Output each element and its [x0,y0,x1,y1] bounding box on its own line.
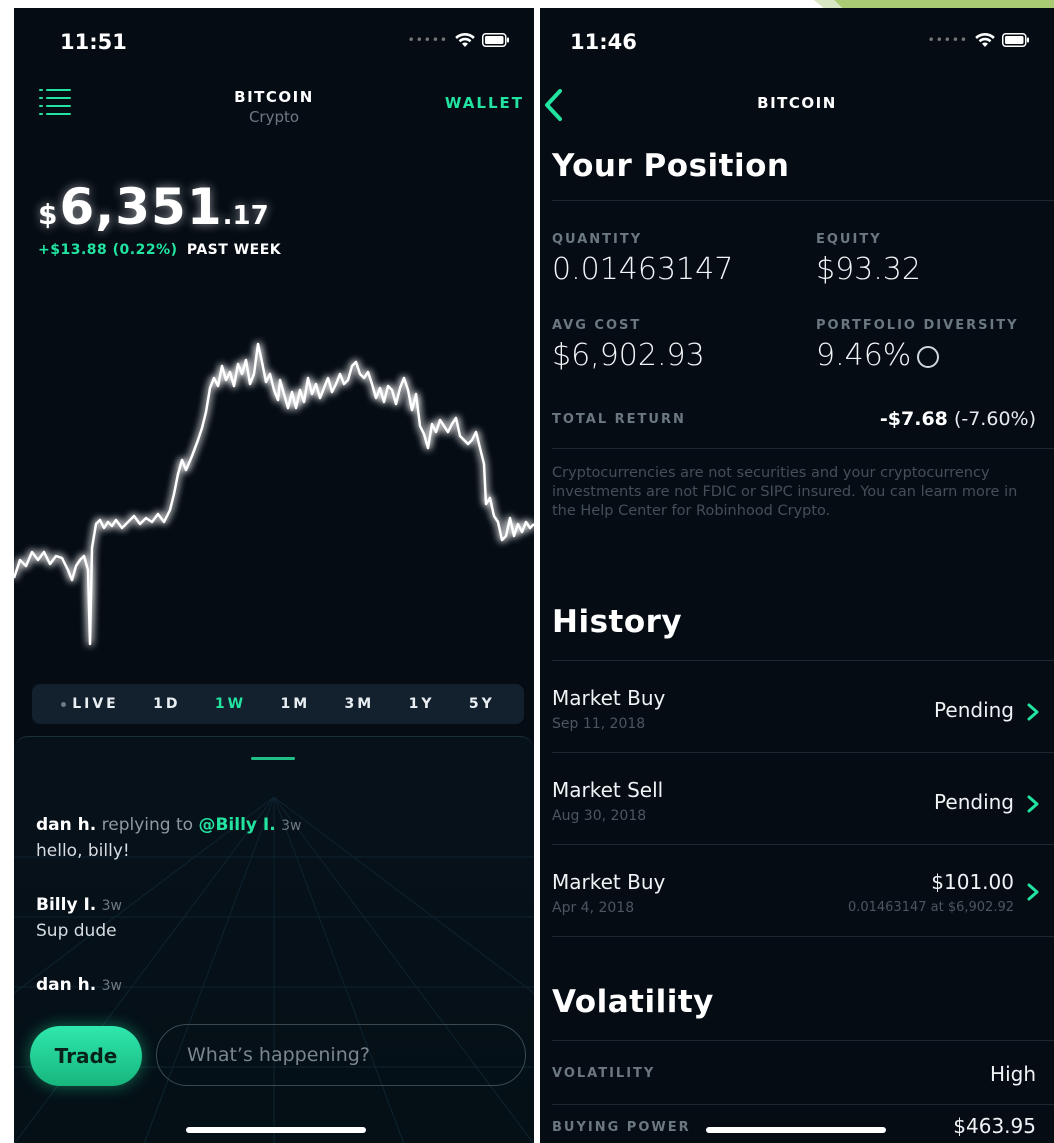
avg-cost-label: AVG COST [552,318,642,333]
history-item-status: Pending [934,790,1014,814]
message-time: 3w [101,978,122,994]
chat-message: dan h. 3w [36,973,122,999]
equity-label: EQUITY [816,232,882,247]
status-icons: ••••• [928,32,1030,48]
total-return-amount: -$7.68 [879,408,948,430]
equity-value: $93.32 [816,252,921,287]
history-item-date: Aug 30, 2018 [552,808,647,824]
status-time: 11:46 [570,30,637,54]
divider [552,448,1054,449]
home-indicator[interactable] [186,1127,366,1133]
status-icons: ••••• [408,32,510,48]
drag-handle[interactable] [251,757,295,760]
message-author: dan h. [36,975,97,995]
price-delta: +$13.88 (0.22%) [38,242,178,258]
range-1y[interactable]: 1Y [409,696,435,712]
reply-text: replying to [101,815,194,835]
divider [552,1040,1054,1041]
position-heading: Your Position [552,148,790,184]
price-change: +$13.88 (0.22%) PAST WEEK [38,242,281,258]
chat-message: dan h. replying to @Billy I. 3w hello, b… [36,813,301,864]
history-item-name: Market Sell [552,778,664,802]
trade-button[interactable]: Trade [30,1026,142,1086]
history-item-date: Sep 11, 2018 [552,716,646,732]
divider [552,200,1054,201]
history-item-detail: 0.01463147 at $6,902.92 [847,900,1014,915]
wifi-icon [455,32,475,47]
chevron-right-icon [1027,883,1039,901]
message-author: Billy I. [36,895,97,915]
history-item-name: Market Buy [552,870,666,894]
diversity-label: PORTFOLIO DIVERSITY [816,318,1019,333]
divider [552,660,1054,661]
volatility-heading: Volatility [552,984,714,1020]
message-author: dan h. [36,815,97,835]
range-5y[interactable]: 5Y [469,696,495,712]
message-time: 3w [101,898,122,914]
price-main: 6,351 [59,178,223,236]
battery-icon [482,33,509,47]
history-item-name: Market Buy [552,686,666,710]
range-1d[interactable]: 1D [153,696,180,712]
message-body: Sup dude [36,921,117,941]
diversity-ring-icon [917,345,940,368]
divider [552,752,1054,753]
status-time: 11:51 [60,30,127,54]
diversity-value: 9.46% [816,338,912,373]
composer-input[interactable] [156,1024,526,1086]
total-return-label: TOTAL RETURN [552,412,686,427]
volatility-value: High [990,1062,1036,1086]
divider [552,936,1054,937]
price-line [14,342,534,646]
chart-screen: 11:51 ••••• BITCOIN Crypto WALLET $ 6,35… [14,8,534,1143]
position-screen: 11:46 ••••• BITCOIN Your Position QUANTI… [540,8,1054,1143]
range-selector: LIVE 1D 1W 1M 3M 1Y 5Y [32,684,524,724]
crypto-disclaimer: Cryptocurrencies are not securities and … [552,465,1018,519]
diversity-value-wrap: 9.46% [816,338,940,373]
history-heading: History [552,604,683,640]
price-display: $ 6,351 .17 [38,178,269,236]
volatility-label: VOLATILITY [552,1066,656,1081]
price-cents: .17 [222,201,269,231]
wallet-button[interactable]: WALLET [445,94,524,112]
buying-power-label: BUYING POWER [552,1120,691,1135]
mention-link[interactable]: @Billy I. [198,815,275,835]
range-3m[interactable]: 3M [345,696,375,712]
total-return-pct: (-7.60%) [953,408,1036,430]
history-item-amount: $101.00 [931,870,1014,894]
signal-icon: ••••• [927,33,968,47]
buying-power-value: $463.95 [953,1114,1036,1138]
divider [552,1104,1054,1105]
history-item-status: Pending [934,698,1014,722]
price-period: PAST WEEK [186,242,282,258]
divider [552,844,1054,845]
chevron-right-icon [1027,703,1039,721]
asset-title: BITCOIN [757,94,837,112]
home-indicator[interactable] [706,1127,886,1133]
status-bar: 11:46 ••••• [540,8,1054,72]
total-return-value: -$7.68 (-7.60%) [880,408,1036,430]
chevron-right-icon [1027,795,1039,813]
price-currency: $ [38,198,58,231]
message-body: hello, billy! [36,841,130,861]
history-item-date: Apr 4, 2018 [552,900,635,916]
price-chart[interactable] [14,308,534,668]
range-1m[interactable]: 1M [280,696,310,712]
range-1w[interactable]: 1W [215,696,246,712]
avg-cost-value: $6,902.93 [552,338,705,373]
live-dot-icon [61,701,67,707]
quantity-value: 0.01463147 [552,252,734,287]
signal-icon: ••••• [407,33,448,47]
quantity-label: QUANTITY [552,232,643,247]
range-live[interactable]: LIVE [61,696,119,712]
chat-message: Billy I. 3w Sup dude [36,893,122,944]
wifi-icon [975,32,995,47]
battery-icon [1002,33,1029,47]
status-bar: 11:51 ••••• [14,8,534,72]
message-time: 3w [281,818,302,834]
